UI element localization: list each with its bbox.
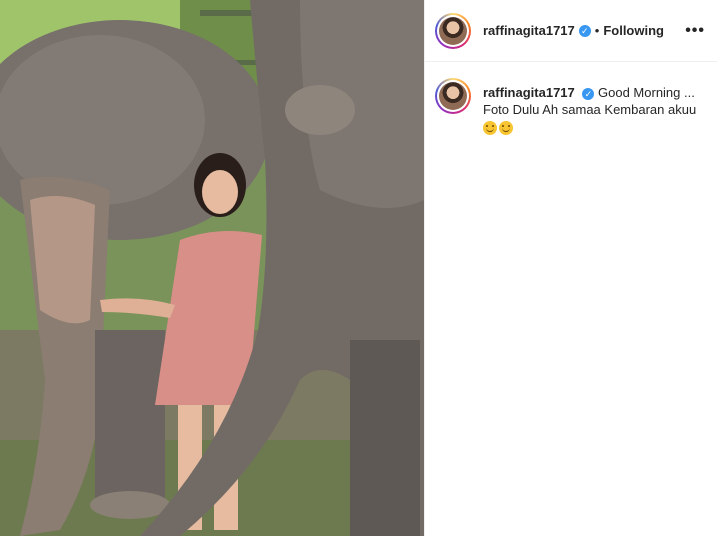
avatar-ring-inner [437, 80, 469, 112]
smiling-face-icon [483, 120, 497, 135]
separator-dot: • [594, 23, 600, 38]
username-link[interactable]: raffinagita1717 [483, 23, 575, 38]
post-photo[interactable] [0, 0, 424, 536]
avatar[interactable] [435, 12, 471, 49]
caption-username-link[interactable]: raffinagita1717 [483, 85, 575, 100]
instagram-post: raffinagita1717 ✓ • Following ••• raffin… [0, 0, 717, 536]
grinning-face-icon [499, 120, 513, 135]
post-photo-image [0, 0, 424, 536]
avatar-ring-inner [437, 14, 469, 47]
avatar-image [439, 16, 467, 45]
more-options-icon[interactable]: ••• [685, 22, 705, 40]
following-button[interactable]: Following [603, 23, 664, 38]
post-header: raffinagita1717 ✓ • Following ••• [425, 0, 717, 62]
verified-badge-icon: ✓ [582, 87, 595, 100]
verified-badge-icon: ✓ [578, 24, 591, 37]
caption-body: raffinagita1717 ✓ Good Morning ... Foto … [483, 84, 696, 135]
caption-line-2: Foto Dulu Ah samaa Kembaran akuu [483, 102, 697, 117]
avatar-image [439, 82, 467, 110]
post-sidebar: raffinagita1717 ✓ • Following ••• raffin… [424, 0, 717, 536]
caption-line-1: Good Morning ... [598, 85, 695, 100]
caption-avatar[interactable] [435, 78, 471, 114]
caption-row: raffinagita1717 ✓ Good Morning ... Foto … [425, 62, 717, 135]
